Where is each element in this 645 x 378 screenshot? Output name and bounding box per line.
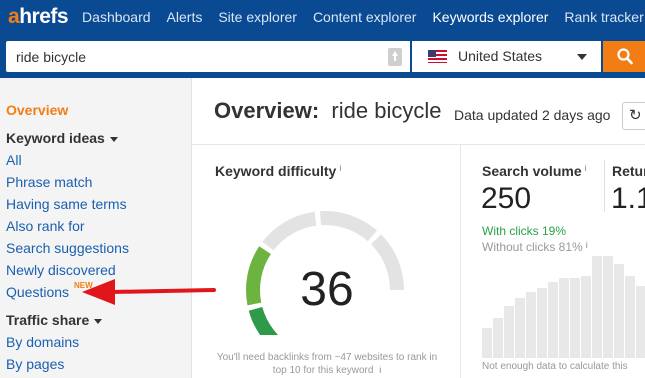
keyword-ideas-label: Keyword ideas (6, 130, 105, 146)
volume-bar (515, 298, 525, 358)
sidebar-item-newly-discovered[interactable]: Newly discovered (6, 262, 116, 278)
stat-separator (604, 160, 605, 212)
country-select[interactable]: United States (412, 41, 601, 72)
info-icon[interactable]: i (585, 163, 587, 173)
volume-bar (548, 282, 558, 358)
top-nav: ahrefs Dashboard Alerts Site explorer Co… (0, 0, 645, 34)
return-rate-value: 1.1 (611, 182, 645, 215)
kd-value: 36 (300, 263, 354, 316)
volume-bar (603, 256, 613, 358)
sv-with-clicks: With clicks 19% (482, 224, 567, 238)
page-title-prefix: Overview: (214, 98, 320, 123)
country-label: United States (458, 48, 543, 64)
page-title-keyword: ride bicycle (331, 98, 442, 123)
volume-bars-placeholder (482, 250, 645, 358)
sidebar-item-search-suggestions[interactable]: Search suggestions (6, 240, 129, 256)
volume-bar (570, 278, 580, 358)
caret-down-icon (577, 54, 587, 60)
us-flag-icon (428, 50, 447, 63)
page-title: Overview: ride bicycle (214, 98, 441, 124)
nav-dashboard[interactable]: Dashboard (82, 9, 151, 25)
volume-bar (482, 328, 492, 358)
sv-label-text: Search volume (482, 163, 582, 179)
search-bar: United States (0, 34, 645, 78)
caret-down-icon (94, 318, 103, 324)
caret-down-icon (109, 136, 118, 142)
search-box (6, 41, 410, 72)
volume-bar (614, 264, 624, 358)
gauge-segment (320, 211, 378, 242)
nav-keywords-explorer[interactable]: Keywords explorer (432, 9, 548, 25)
ahrefs-logo[interactable]: ahrefs (8, 5, 69, 29)
keyword-search-input[interactable] (16, 41, 376, 72)
info-icon[interactable]: i (339, 163, 341, 173)
info-icon[interactable]: i (586, 240, 588, 250)
volume-bar (625, 276, 635, 358)
nav-site-explorer[interactable]: Site explorer (218, 9, 297, 25)
new-badge: NEW (74, 281, 93, 290)
gauge-segment (262, 211, 317, 251)
panel-divider (460, 145, 461, 378)
volume-bar (636, 286, 645, 358)
sidebar-item-by-domains[interactable]: By domains (6, 334, 79, 350)
app-root: ahrefs Dashboard Alerts Site explorer Co… (0, 0, 645, 378)
volume-bar (559, 278, 569, 358)
sidebar-item-questions[interactable]: Questions (6, 284, 69, 300)
traffic-share-label: Traffic share (6, 312, 90, 328)
search-button[interactable] (603, 41, 645, 72)
sidebar-item-having-same-terms[interactable]: Having same terms (6, 196, 127, 212)
header-divider (192, 144, 645, 145)
kd-label-text: Keyword difficulty (215, 163, 337, 179)
kd-note: You'll need backlinks from ~47 websites … (212, 351, 442, 377)
bars-note: Not enough data to calculate this (482, 361, 628, 372)
sidebar-overview[interactable]: Overview (6, 102, 68, 118)
volume-bar (537, 288, 547, 358)
refresh-button[interactable]: ↻ (622, 102, 645, 130)
return-rate-label: Return rate (612, 163, 645, 179)
sv-value: 250 (481, 182, 532, 215)
nav-rank-tracker[interactable]: Rank tracker (564, 9, 643, 25)
upload-icon[interactable] (388, 48, 402, 66)
sidebar-item-phrase-match[interactable]: Phrase match (6, 174, 92, 190)
sidebar-item-all[interactable]: All (6, 152, 22, 168)
kd-label: Keyword difficulty i (215, 163, 341, 179)
volume-bar (581, 276, 591, 358)
sidebar: Overview Keyword ideas All Phrase match … (0, 78, 192, 378)
volume-bar (592, 256, 602, 358)
search-icon (617, 48, 633, 65)
nav-alerts[interactable]: Alerts (167, 9, 203, 25)
gauge-segment (246, 246, 272, 306)
volume-bar (493, 318, 503, 358)
volume-bar (504, 306, 514, 358)
sidebar-item-also-rank-for[interactable]: Also rank for (6, 218, 85, 234)
data-updated-text: Data updated 2 days ago (454, 107, 611, 123)
sidebar-item-by-pages[interactable]: By pages (6, 356, 64, 372)
kd-note-text: You'll need backlinks from ~47 websites … (216, 352, 438, 376)
sidebar-keyword-ideas[interactable]: Keyword ideas (6, 130, 118, 146)
refresh-icon: ↻ (629, 107, 642, 124)
sidebar-traffic-share[interactable]: Traffic share (6, 312, 103, 328)
volume-bar (526, 292, 536, 358)
nav-content-explorer[interactable]: Content explorer (313, 9, 417, 25)
info-icon[interactable]: i (379, 365, 381, 375)
sv-label: Search volume i (482, 163, 587, 179)
